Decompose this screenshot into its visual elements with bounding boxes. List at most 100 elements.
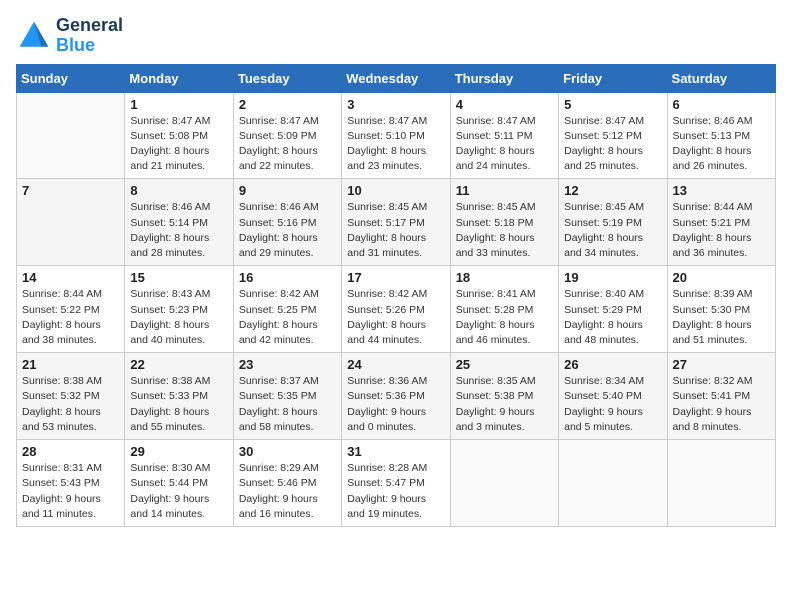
calendar-cell: 27 Sunrise: 8:32 AM Sunset: 5:41 PM Dayli… — [667, 353, 775, 440]
calendar-body: 1 Sunrise: 8:47 AM Sunset: 5:08 PM Daylig… — [17, 92, 776, 526]
calendar-week-row: 14 Sunrise: 8:44 AM Sunset: 5:22 PM Dayli… — [17, 266, 776, 353]
day-info: Sunrise: 8:32 AM Sunset: 5:41 PM Dayligh… — [673, 374, 770, 435]
calendar-cell: 16 Sunrise: 8:42 AM Sunset: 5:25 PM Dayli… — [233, 266, 341, 353]
calendar-cell: 23 Sunrise: 8:37 AM Sunset: 5:35 PM Dayli… — [233, 353, 341, 440]
calendar-cell: 4Sunrise: 8:47 AM Sunset: 5:11 PM Daylig… — [450, 92, 558, 179]
weekday-header-thursday: Thursday — [450, 64, 558, 92]
day-info: Sunrise: 8:41 AM Sunset: 5:28 PM Dayligh… — [456, 287, 553, 348]
day-info: Sunrise: 8:42 AM Sunset: 5:26 PM Dayligh… — [347, 287, 444, 348]
calendar-cell: 8 Sunrise: 8:46 AM Sunset: 5:14 PM Daylig… — [125, 179, 233, 266]
calendar-cell — [450, 440, 558, 527]
calendar-cell: 3 Sunrise: 8:47 AM Sunset: 5:10 PM Daylig… — [342, 92, 450, 179]
calendar-cell: 1 Sunrise: 8:47 AM Sunset: 5:08 PM Daylig… — [125, 92, 233, 179]
calendar-cell: 14 Sunrise: 8:44 AM Sunset: 5:22 PM Dayli… — [17, 266, 125, 353]
day-info: Sunrise: 8:38 AM Sunset: 5:32 PM Dayligh… — [22, 374, 119, 435]
logo-text-blue: Blue — [56, 36, 123, 56]
day-info: Sunrise: 8:36 AM Sunset: 5:36 PM Dayligh… — [347, 374, 444, 435]
calendar-cell: 10 Sunrise: 8:45 AM Sunset: 5:17 PM Dayli… — [342, 179, 450, 266]
day-info: Sunrise: 8:45 AM Sunset: 5:18 PM Dayligh… — [456, 200, 553, 261]
day-info: Sunrise: 8:47 AM Sunset: 5:12 PM Dayligh… — [564, 114, 661, 175]
logo-icon — [16, 18, 52, 54]
day-number: 20 — [673, 270, 770, 285]
day-info: Sunrise: 8:47 AM Sunset: 5:08 PM Dayligh… — [130, 114, 227, 175]
day-info: Sunrise: 8:46 AM Sunset: 5:13 PM Dayligh… — [673, 114, 770, 175]
weekday-header-tuesday: Tuesday — [233, 64, 341, 92]
day-info: Sunrise: 8:35 AM Sunset: 5:38 PM Dayligh… — [456, 374, 553, 435]
day-number: 1 — [130, 97, 227, 112]
day-info: Sunrise: 8:37 AM Sunset: 5:35 PM Dayligh… — [239, 374, 336, 435]
day-number: 28 — [22, 444, 119, 459]
day-info: Sunrise: 8:45 AM Sunset: 5:19 PM Dayligh… — [564, 200, 661, 261]
calendar-cell: 5 Sunrise: 8:47 AM Sunset: 5:12 PM Daylig… — [559, 92, 667, 179]
calendar-cell: 7 — [17, 179, 125, 266]
calendar-cell: 20 Sunrise: 8:39 AM Sunset: 5:30 PM Dayli… — [667, 266, 775, 353]
calendar-cell: 18 Sunrise: 8:41 AM Sunset: 5:28 PM Dayli… — [450, 266, 558, 353]
day-number: 3 — [347, 97, 444, 112]
day-number: 23 — [239, 357, 336, 372]
day-info: Sunrise: 8:42 AM Sunset: 5:25 PM Dayligh… — [239, 287, 336, 348]
day-info: Sunrise: 8:47 AM Sunset: 5:10 PM Dayligh… — [347, 114, 444, 175]
weekday-header-saturday: Saturday — [667, 64, 775, 92]
calendar-week-row: 21Sunrise: 8:38 AM Sunset: 5:32 PM Dayli… — [17, 353, 776, 440]
weekday-header-wednesday: Wednesday — [342, 64, 450, 92]
calendar-cell: 19Sunrise: 8:40 AM Sunset: 5:29 PM Dayli… — [559, 266, 667, 353]
day-info: Sunrise: 8:31 AM Sunset: 5:43 PM Dayligh… — [22, 461, 119, 522]
day-number: 15 — [130, 270, 227, 285]
calendar-cell: 29 Sunrise: 8:30 AM Sunset: 5:44 PM Dayli… — [125, 440, 233, 527]
day-number: 11 — [456, 183, 553, 198]
calendar-cell: 25 Sunrise: 8:35 AM Sunset: 5:38 PM Dayli… — [450, 353, 558, 440]
logo-text-general: General — [56, 16, 123, 36]
day-info: Sunrise: 8:34 AM Sunset: 5:40 PM Dayligh… — [564, 374, 661, 435]
calendar-cell: 26 Sunrise: 8:34 AM Sunset: 5:40 PM Dayli… — [559, 353, 667, 440]
day-number: 24 — [347, 357, 444, 372]
logo: General Blue — [16, 16, 123, 56]
calendar-cell: 12Sunrise: 8:45 AM Sunset: 5:19 PM Dayli… — [559, 179, 667, 266]
day-info: Sunrise: 8:40 AM Sunset: 5:29 PM Dayligh… — [564, 287, 661, 348]
calendar-cell: 13 Sunrise: 8:44 AM Sunset: 5:21 PM Dayli… — [667, 179, 775, 266]
calendar-cell: 17Sunrise: 8:42 AM Sunset: 5:26 PM Dayli… — [342, 266, 450, 353]
calendar-cell: 21Sunrise: 8:38 AM Sunset: 5:32 PM Dayli… — [17, 353, 125, 440]
calendar-cell — [559, 440, 667, 527]
day-number: 22 — [130, 357, 227, 372]
day-number: 6 — [673, 97, 770, 112]
calendar-cell: 15 Sunrise: 8:43 AM Sunset: 5:23 PM Dayli… — [125, 266, 233, 353]
day-number: 14 — [22, 270, 119, 285]
calendar-cell: 24 Sunrise: 8:36 AM Sunset: 5:36 PM Dayli… — [342, 353, 450, 440]
day-number: 26 — [564, 357, 661, 372]
calendar-table: SundayMondayTuesdayWednesdayThursdayFrid… — [16, 64, 776, 527]
day-info: Sunrise: 8:38 AM Sunset: 5:33 PM Dayligh… — [130, 374, 227, 435]
calendar-cell: 2Sunrise: 8:47 AM Sunset: 5:09 PM Daylig… — [233, 92, 341, 179]
day-number: 5 — [564, 97, 661, 112]
calendar-week-row: 28 Sunrise: 8:31 AM Sunset: 5:43 PM Dayli… — [17, 440, 776, 527]
weekday-header-friday: Friday — [559, 64, 667, 92]
calendar-cell — [667, 440, 775, 527]
calendar-cell: 22 Sunrise: 8:38 AM Sunset: 5:33 PM Dayli… — [125, 353, 233, 440]
day-info: Sunrise: 8:44 AM Sunset: 5:21 PM Dayligh… — [673, 200, 770, 261]
calendar-cell — [17, 92, 125, 179]
weekday-header-monday: Monday — [125, 64, 233, 92]
weekday-header-sunday: Sunday — [17, 64, 125, 92]
day-number: 16 — [239, 270, 336, 285]
day-info: Sunrise: 8:43 AM Sunset: 5:23 PM Dayligh… — [130, 287, 227, 348]
day-number: 13 — [673, 183, 770, 198]
calendar-cell: 30Sunrise: 8:29 AM Sunset: 5:46 PM Dayli… — [233, 440, 341, 527]
day-number: 27 — [673, 357, 770, 372]
day-info: Sunrise: 8:39 AM Sunset: 5:30 PM Dayligh… — [673, 287, 770, 348]
calendar-cell: 9 Sunrise: 8:46 AM Sunset: 5:16 PM Daylig… — [233, 179, 341, 266]
calendar-cell: 28 Sunrise: 8:31 AM Sunset: 5:43 PM Dayli… — [17, 440, 125, 527]
day-number: 29 — [130, 444, 227, 459]
day-info: Sunrise: 8:46 AM Sunset: 5:14 PM Dayligh… — [130, 200, 227, 261]
day-info: Sunrise: 8:45 AM Sunset: 5:17 PM Dayligh… — [347, 200, 444, 261]
calendar-cell: 6 Sunrise: 8:46 AM Sunset: 5:13 PM Daylig… — [667, 92, 775, 179]
day-info: Sunrise: 8:44 AM Sunset: 5:22 PM Dayligh… — [22, 287, 119, 348]
day-number: 30 — [239, 444, 336, 459]
day-number: 18 — [456, 270, 553, 285]
day-info: Sunrise: 8:30 AM Sunset: 5:44 PM Dayligh… — [130, 461, 227, 522]
calendar-week-row: 78 Sunrise: 8:46 AM Sunset: 5:14 PM Dayli… — [17, 179, 776, 266]
day-info: Sunrise: 8:46 AM Sunset: 5:16 PM Dayligh… — [239, 200, 336, 261]
day-number: 9 — [239, 183, 336, 198]
day-number: 25 — [456, 357, 553, 372]
day-number: 8 — [130, 183, 227, 198]
day-number: 10 — [347, 183, 444, 198]
calendar-cell: 31Sunrise: 8:28 AM Sunset: 5:47 PM Dayli… — [342, 440, 450, 527]
